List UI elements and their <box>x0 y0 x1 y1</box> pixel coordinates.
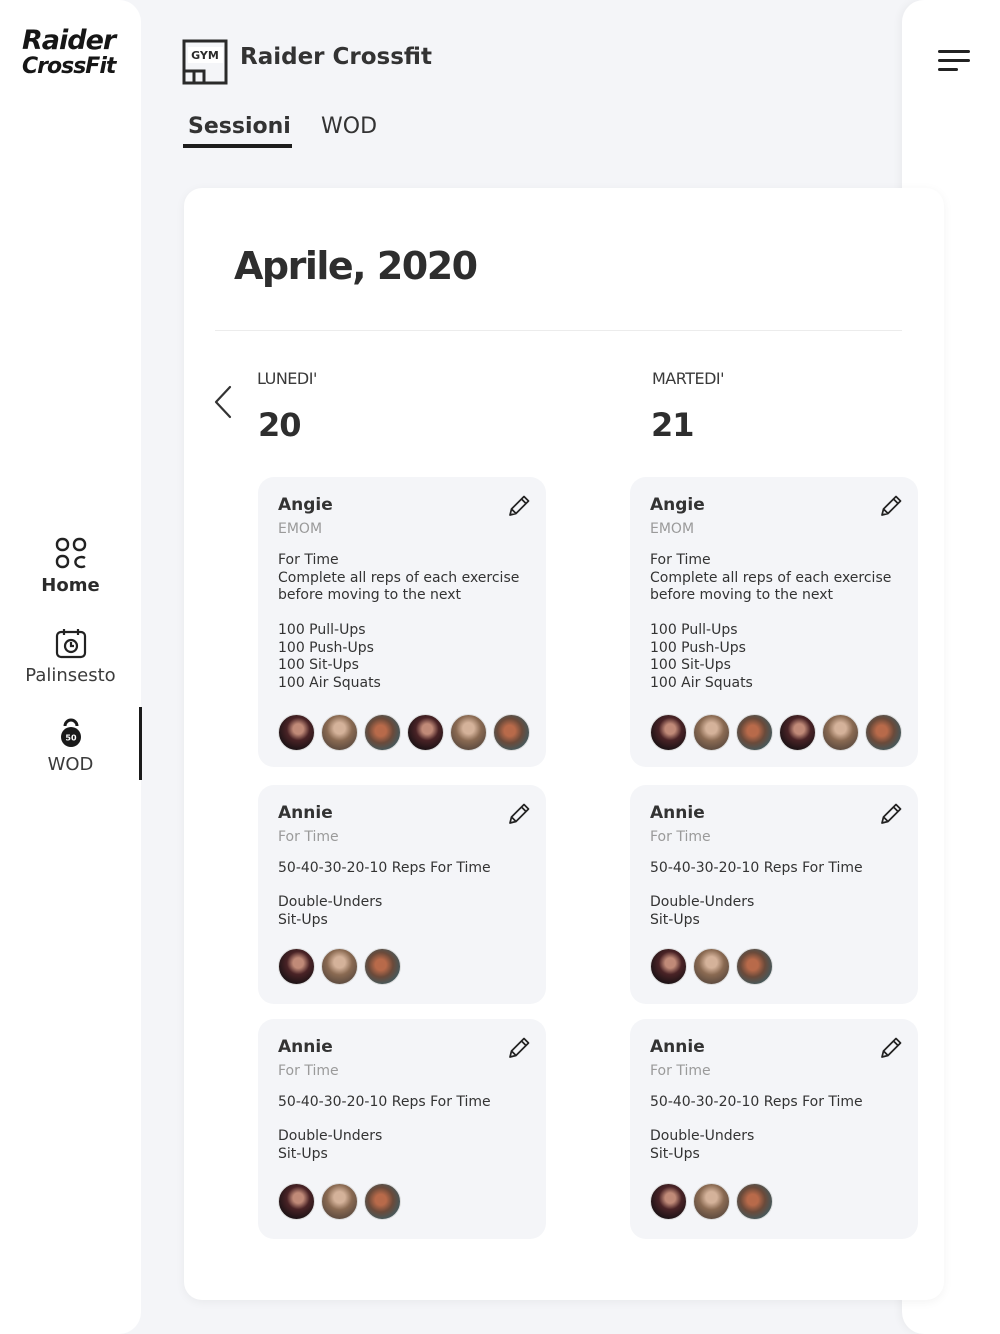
wod-title: Annie <box>278 1037 333 1057</box>
wod-card[interactable]: Annie For Time 50-40-30-20-10 Reps For Tim… <box>630 1019 918 1239</box>
wod-title: Annie <box>650 1037 705 1057</box>
sidebar-item-label: Palinsesto <box>25 665 116 686</box>
avatar[interactable] <box>407 714 444 751</box>
menu-icon[interactable] <box>938 50 972 74</box>
participants <box>278 948 401 985</box>
avatar[interactable] <box>650 948 687 985</box>
calendar-icon <box>55 629 86 659</box>
avatar[interactable] <box>736 948 773 985</box>
avatar[interactable] <box>493 714 530 751</box>
sidebar-item-home[interactable]: Home <box>0 537 141 596</box>
avatar[interactable] <box>693 1183 730 1220</box>
nav-active-indicator <box>139 707 142 780</box>
pencil-icon[interactable] <box>878 801 904 827</box>
kettlebell-badge: 50 <box>65 734 77 743</box>
logo-line2: CrossFit <box>22 54 116 79</box>
wod-description: 50-40-30-20-10 Reps For Time <box>278 1094 491 1110</box>
tab-wod[interactable]: WOD <box>321 114 377 139</box>
wod-type: For Time <box>278 1063 339 1079</box>
wod-description: 50-40-30-20-10 Reps For Time <box>650 1094 863 1110</box>
pencil-icon[interactable] <box>878 1035 904 1061</box>
pencil-icon[interactable] <box>878 493 904 519</box>
participants <box>650 1183 773 1220</box>
wod-type: EMOM <box>278 521 323 537</box>
wod-card[interactable]: Angie EMOM For Time Complete all reps of e… <box>630 477 918 767</box>
pencil-icon[interactable] <box>506 1035 532 1061</box>
chevron-left-icon[interactable] <box>212 385 234 419</box>
wod-card[interactable]: Annie For Time 50-40-30-20-10 Reps For Tim… <box>258 785 546 1004</box>
wod-card[interactable]: Angie EMOM For Time Complete all reps of e… <box>258 477 546 767</box>
wod-exercises: Double-Unders Sit-Ups <box>650 1128 755 1162</box>
pencil-icon[interactable] <box>506 493 532 519</box>
avatar[interactable] <box>736 1183 773 1220</box>
day-number: 21 <box>651 406 695 444</box>
sidebar-item-label: WOD <box>47 754 94 775</box>
raider-crossfit-logo[interactable]: Raider CrossFit <box>22 25 122 84</box>
avatar[interactable] <box>321 1183 358 1220</box>
wod-description: For Time Complete all reps of each exerc… <box>278 552 520 603</box>
avatar[interactable] <box>822 714 859 751</box>
wod-card[interactable]: Annie For Time 50-40-30-20-10 Reps For Tim… <box>630 785 918 1004</box>
kettlebell-icon: 50 <box>60 718 81 747</box>
avatar[interactable] <box>364 948 401 985</box>
wod-description: 50-40-30-20-10 Reps For Time <box>650 860 863 876</box>
participants <box>650 948 773 985</box>
avatar[interactable] <box>779 714 816 751</box>
avatar[interactable] <box>278 948 315 985</box>
avatar[interactable] <box>865 714 902 751</box>
avatar[interactable] <box>693 948 730 985</box>
avatar[interactable] <box>650 1183 687 1220</box>
wod-exercises: 100 Pull-Ups 100 Push-Ups 100 Sit-Ups 10… <box>278 622 381 691</box>
wod-card[interactable]: Annie For Time 50-40-30-20-10 Reps For Tim… <box>258 1019 546 1239</box>
divider <box>215 330 902 331</box>
gym-icon-text: GYM <box>191 49 219 62</box>
sidebar-item-palinsesto[interactable]: Palinsesto <box>0 627 141 686</box>
wod-type: For Time <box>650 829 711 845</box>
wod-description: 50-40-30-20-10 Reps For Time <box>278 860 491 876</box>
wod-type: EMOM <box>650 521 695 537</box>
month-title: Aprile, 2020 <box>234 244 478 288</box>
wod-type: For Time <box>278 829 339 845</box>
wod-type: For Time <box>650 1063 711 1079</box>
brand-title: Raider Crossfit <box>240 44 432 70</box>
avatar[interactable] <box>321 948 358 985</box>
avatar[interactable] <box>321 714 358 751</box>
wod-title: Annie <box>650 803 705 823</box>
sidebar: Raider CrossFit Home Palinsesto 50 WOD <box>0 0 142 1334</box>
tab-sessioni[interactable]: Sessioni <box>188 114 291 139</box>
wod-exercises: 100 Pull-Ups 100 Push-Ups 100 Sit-Ups 10… <box>650 622 753 691</box>
participants <box>650 714 902 751</box>
gym-icon: GYM <box>182 39 228 85</box>
pencil-icon[interactable] <box>506 801 532 827</box>
avatar[interactable] <box>364 1183 401 1220</box>
avatar[interactable] <box>736 714 773 751</box>
participants <box>278 1183 401 1220</box>
avatar[interactable] <box>450 714 487 751</box>
wod-exercises: Double-Unders Sit-Ups <box>278 894 383 928</box>
logo-line1: Raider <box>22 25 116 56</box>
sidebar-item-wod[interactable]: 50 WOD <box>0 716 141 775</box>
wod-exercises: Double-Unders Sit-Ups <box>650 894 755 928</box>
avatar[interactable] <box>650 714 687 751</box>
grid-icon <box>55 537 86 569</box>
tab-active-indicator <box>183 144 292 148</box>
day-name: LUNEDI' <box>257 369 317 388</box>
avatar[interactable] <box>278 1183 315 1220</box>
participants <box>278 714 530 751</box>
avatar[interactable] <box>364 714 401 751</box>
wod-exercises: Double-Unders Sit-Ups <box>278 1128 383 1162</box>
day-name: MARTEDI' <box>652 369 725 388</box>
wod-title: Annie <box>278 803 333 823</box>
avatar[interactable] <box>278 714 315 751</box>
wod-description: For Time Complete all reps of each exerc… <box>650 552 892 603</box>
avatar[interactable] <box>693 714 730 751</box>
wod-title: Angie <box>650 495 705 515</box>
wod-title: Angie <box>278 495 333 515</box>
day-number: 20 <box>258 406 302 444</box>
sidebar-item-label: Home <box>41 575 100 596</box>
